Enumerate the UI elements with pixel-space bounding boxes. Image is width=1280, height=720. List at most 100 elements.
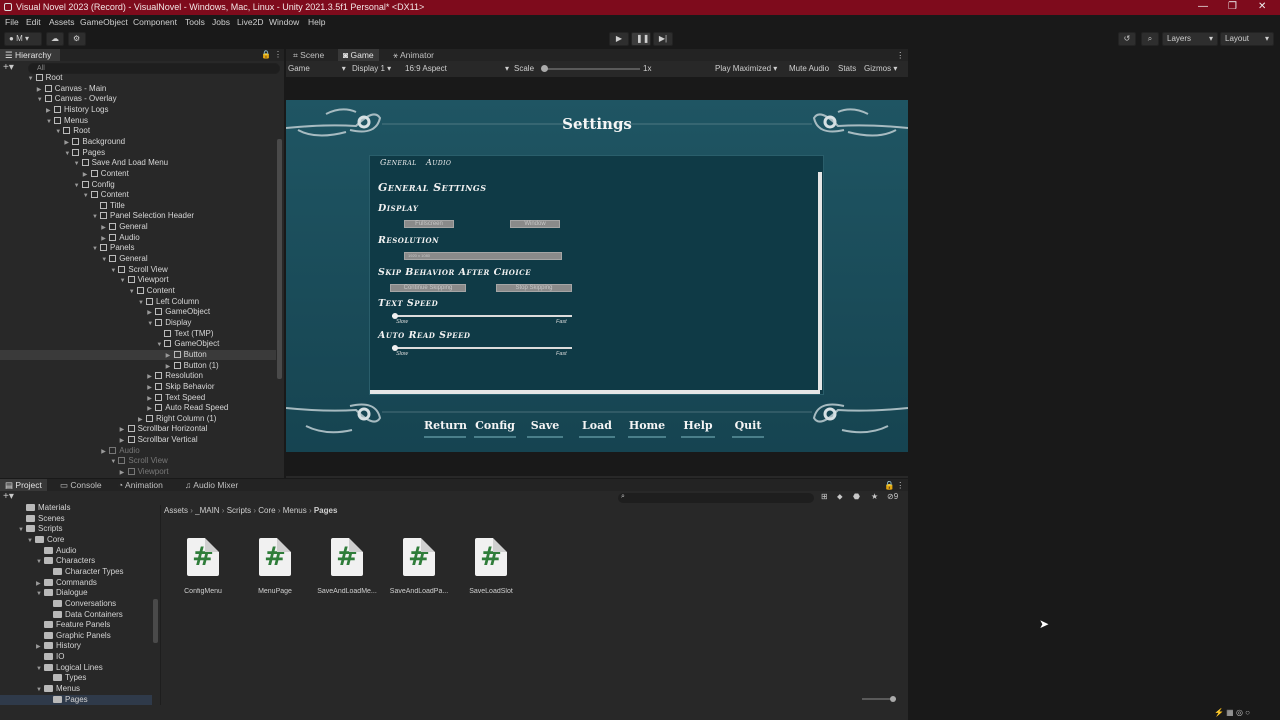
hierarchy-row[interactable]: ▼ Config (0, 180, 276, 191)
menu-edit[interactable]: Edit (26, 17, 41, 27)
play-button[interactable]: ▶ (609, 32, 629, 46)
gizmos-dropdown[interactable]: Gizmos ▾ (864, 64, 897, 73)
tab-scene[interactable]: ⌗ Scene (288, 49, 329, 61)
breadcrumb-item[interactable]: Core (258, 506, 275, 515)
project-folder-item[interactable]: Graphic Panels (0, 631, 152, 642)
hierarchy-row[interactable]: ▼ Panel Selection Header (0, 211, 276, 222)
hierarchy-row[interactable]: ▼ Panels (0, 243, 276, 254)
search-icon[interactable]: ⌕ (1141, 32, 1159, 46)
project-lock-icon[interactable]: 🔒 (884, 480, 895, 491)
return-button[interactable]: Return (424, 416, 467, 438)
cloud-icon[interactable]: ☁ (46, 32, 64, 46)
collab-icon[interactable]: ⚙ (68, 32, 86, 46)
hierarchy-row[interactable]: ▼ Canvas - Overlay (0, 94, 276, 105)
menu-gameobject[interactable]: GameObject (80, 17, 128, 27)
load-button[interactable]: Load (579, 416, 615, 438)
breadcrumb-item[interactable]: _MAIN (195, 506, 219, 515)
breadcrumb-item[interactable]: Menus (283, 506, 307, 515)
stats-toggle[interactable]: Stats (838, 64, 856, 73)
save-button[interactable]: Save (527, 416, 563, 438)
home-button[interactable]: Home (628, 416, 666, 438)
hierarchy-row[interactable]: ▼ Content (0, 190, 276, 201)
menu-help[interactable]: Help (308, 17, 325, 27)
close-button[interactable]: ✕ (1258, 1, 1266, 12)
hierarchy-row[interactable]: ▶ Resolution (0, 371, 276, 382)
project-folder-item[interactable]: ▶ History (0, 641, 152, 652)
filter-tag-icon[interactable]: ⬣ (853, 492, 860, 501)
project-folder-item[interactable]: Feature Panels (0, 620, 152, 631)
hidden-packages-toggle[interactable]: ⊘9 (887, 492, 898, 501)
script-asset[interactable]: # SaveAndLoadMe... (311, 538, 383, 595)
menu-file[interactable]: File (5, 17, 19, 27)
breadcrumb-item[interactable]: Scripts (227, 506, 251, 515)
script-asset[interactable]: # ConfigMenu (167, 538, 239, 595)
hierarchy-row[interactable]: ▶ Button (0, 349, 276, 361)
display-dropdown[interactable]: Display 1 ▾ (352, 64, 391, 73)
hierarchy-row[interactable]: ▶ Skip Behavior (0, 382, 276, 393)
tab-game[interactable]: ◙ Game (338, 49, 379, 61)
hierarchy-row[interactable]: ▶ Scrollbar Vertical (0, 435, 276, 446)
scale-slider[interactable] (541, 65, 640, 72)
project-folder-item[interactable]: ▶ Commands (0, 578, 152, 589)
hierarchy-row[interactable]: ▶ Right Column (1) (0, 414, 276, 425)
hierarchy-row[interactable]: ▼ Menus (0, 116, 276, 127)
project-folder-item[interactable]: ▼ Logical Lines (0, 663, 152, 674)
menu-jobs[interactable]: Jobs (212, 17, 230, 27)
hierarchy-row[interactable]: ▶ Audio (0, 233, 276, 244)
menu-assets[interactable]: Assets (49, 17, 75, 27)
fullscreen-button[interactable]: Fullscreen (404, 220, 454, 228)
minimize-button[interactable]: — (1198, 1, 1208, 12)
icon-size-slider[interactable] (862, 696, 896, 702)
pause-button[interactable]: ❚❚ (631, 32, 651, 46)
stop-skipping-button[interactable]: Stop Skipping (496, 284, 572, 292)
hierarchy-row[interactable]: ▼ General (0, 254, 276, 265)
menu-tools[interactable]: Tools (185, 17, 205, 27)
hierarchy-row[interactable]: ▶ Canvas - Main (0, 84, 276, 95)
resolution-dropdown[interactable]: 1920 x 1080 (404, 252, 562, 260)
tab-project[interactable]: ▤ Project (0, 479, 47, 491)
window-button[interactable]: Window (510, 220, 560, 228)
history-icon[interactable]: ↺ (1118, 32, 1136, 46)
tab-audio[interactable]: Audio (426, 158, 451, 167)
game-mode-dropdown[interactable]: Game ▾ (288, 64, 346, 73)
gameview-more-icon[interactable]: ⋮ (896, 50, 905, 61)
hierarchy-scrollbar[interactable] (277, 139, 282, 379)
tab-console[interactable]: ▭ Console (55, 479, 107, 491)
scale-slider-handle[interactable] (541, 65, 548, 72)
auto-read-speed-slider[interactable] (392, 345, 572, 351)
hierarchy-row[interactable]: ▶ Text Speed (0, 393, 276, 404)
hierarchy-row[interactable]: ▼ Scroll View (0, 456, 276, 467)
project-folder-item[interactable]: ▼ Core (0, 535, 152, 546)
menu-window[interactable]: Window (269, 17, 299, 27)
hierarchy-row[interactable]: ▼ Viewport (0, 275, 276, 286)
project-folder-item[interactable]: ▼ Dialogue (0, 588, 152, 599)
breadcrumb-item[interactable]: Assets (164, 506, 188, 515)
hierarchy-row[interactable]: ▶ History Logs (0, 105, 276, 116)
hierarchy-row[interactable]: ▶ GameObject (0, 307, 276, 318)
project-folder-item[interactable]: Scenes (0, 514, 152, 525)
add-icon[interactable]: +▾ (3, 62, 14, 73)
config-button[interactable]: Config (474, 416, 516, 438)
project-folder-item[interactable]: Data Containers (0, 610, 152, 621)
restore-button[interactable]: ❐ (1228, 1, 1237, 12)
hierarchy-row[interactable]: ▶ Audio (0, 446, 276, 457)
script-asset[interactable]: # MenuPage (239, 538, 311, 595)
hierarchy-row[interactable]: ▼ Left Column (0, 297, 276, 308)
tab-animator[interactable]: ⚹ Animator (388, 49, 439, 61)
quit-button[interactable]: Quit (732, 416, 764, 438)
project-folder-item[interactable]: Types (0, 673, 152, 684)
expand-arrow-icon[interactable]: ▶ (120, 468, 128, 479)
tab-animation[interactable]: ◔ Animation (113, 479, 168, 491)
step-button[interactable]: ▶| (653, 32, 673, 46)
hierarchy-row[interactable]: ▼ Display (0, 318, 276, 329)
project-folder-item[interactable]: Pages (0, 694, 152, 706)
project-more-icon[interactable]: ⋮ (896, 480, 905, 491)
project-search-input[interactable]: ⌕ (618, 493, 814, 503)
hierarchy-row[interactable]: ▼ Root (0, 73, 276, 84)
hierarchy-row[interactable]: ▶ Scrollbar Horizontal (0, 424, 276, 435)
favorite-icon[interactable]: ★ (871, 492, 878, 501)
project-folder-item[interactable]: Character Types (0, 567, 152, 578)
hierarchy-row[interactable]: ▼ Root (0, 126, 276, 137)
script-asset[interactable]: # SaveAndLoadPa... (383, 538, 455, 595)
breadcrumb-item[interactable]: Pages (314, 506, 338, 515)
